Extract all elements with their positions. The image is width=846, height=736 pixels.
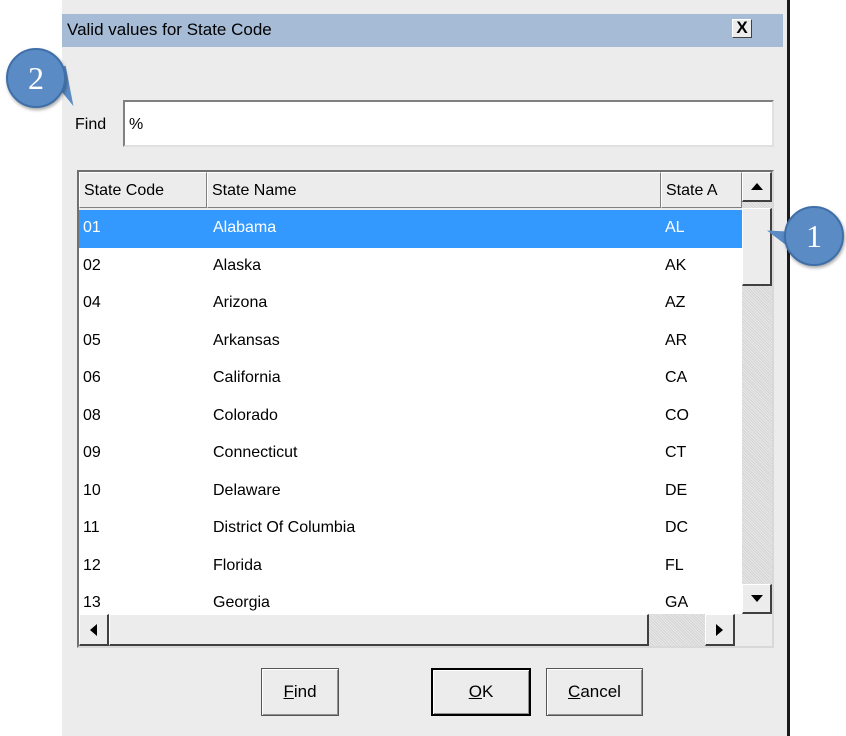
table-row[interactable]: 01 Alabama AL xyxy=(79,210,742,248)
cell-state-name: Arizona xyxy=(213,294,268,311)
column-header-state-abbreviation[interactable]: State A xyxy=(661,172,742,208)
cell-state-code: 05 xyxy=(83,331,101,349)
table-row[interactable]: 04 Arizona AZ xyxy=(79,285,742,323)
table-row[interactable]: 09 Connecticut CT xyxy=(79,435,742,473)
table-row[interactable]: 12 Florida FL xyxy=(79,548,742,586)
cell-state-abbreviation: AK xyxy=(665,256,687,274)
cell-state-code: 09 xyxy=(83,444,101,461)
dialog-border xyxy=(787,0,790,736)
cell-state-abbreviation: AZ xyxy=(665,294,686,311)
table-row[interactable]: 02 Alaska AK xyxy=(79,248,742,286)
cell-state-name: Georgia xyxy=(213,594,270,611)
arrow-up-icon xyxy=(750,183,763,190)
cell-state-name: Colorado xyxy=(213,406,278,424)
column-header-state-name[interactable]: State Name xyxy=(207,172,661,208)
arrow-down-icon xyxy=(750,595,763,602)
callout-one: 1 xyxy=(784,206,844,266)
cell-state-name: Florida xyxy=(213,556,262,574)
title-bar[interactable]: Valid values for State Code X xyxy=(62,14,783,47)
cell-state-code: 02 xyxy=(83,256,101,274)
cell-state-abbreviation: DC xyxy=(665,519,689,536)
horizontal-scrollbar[interactable] xyxy=(79,614,772,646)
scroll-right-button[interactable] xyxy=(705,614,735,646)
cell-state-abbreviation: DE xyxy=(665,481,688,499)
vertical-scroll-thumb[interactable] xyxy=(742,208,772,286)
cell-state-code: 10 xyxy=(83,481,101,499)
scroll-down-button[interactable] xyxy=(742,584,772,614)
dialog-title: Valid values for State Code xyxy=(67,20,272,39)
values-table: State Code State Name State A 01 Alabama A… xyxy=(77,170,774,648)
table-row[interactable]: 10 Delaware DE xyxy=(79,473,742,511)
cell-state-name: California xyxy=(213,369,281,386)
callout-two: 2 xyxy=(6,48,66,108)
cell-state-name: Alabama xyxy=(213,219,277,236)
table-header: State Code State Name State A xyxy=(79,172,742,210)
cell-state-abbreviation: GA xyxy=(665,594,689,611)
find-label: Find xyxy=(75,116,107,133)
ok-button[interactable]: OK xyxy=(431,668,531,716)
close-button[interactable]: X xyxy=(732,19,752,38)
cell-state-abbreviation: CO xyxy=(665,406,689,424)
cell-state-code: 08 xyxy=(83,406,101,424)
cell-state-abbreviation: AR xyxy=(665,331,688,349)
table-row[interactable]: 06 California CA xyxy=(79,360,742,398)
cell-state-name: Alaska xyxy=(213,256,262,274)
cell-state-code: 04 xyxy=(83,294,101,311)
cancel-button[interactable]: Cancel xyxy=(546,668,643,716)
table-row[interactable]: 05 Arkansas AR xyxy=(79,323,742,361)
table-body: 01 Alabama AL 02 Alaska AK 04 Arizona AZ 05 Arkans… xyxy=(79,210,742,623)
cell-state-abbreviation: CA xyxy=(665,369,688,386)
cell-state-code: 13 xyxy=(83,594,101,611)
cell-state-abbreviation: FL xyxy=(665,556,684,574)
table-row[interactable]: 11 District Of Columbia DC xyxy=(79,510,742,548)
table-row[interactable]: 08 Colorado CO xyxy=(79,398,742,436)
cell-state-code: 11 xyxy=(83,519,100,536)
horizontal-scroll-thumb[interactable] xyxy=(109,614,649,646)
arrow-left-icon xyxy=(90,623,97,636)
cell-state-name: District Of Columbia xyxy=(213,519,356,536)
cell-state-abbreviation: CT xyxy=(665,444,687,461)
cell-state-name: Connecticut xyxy=(213,444,298,461)
scroll-up-button[interactable] xyxy=(742,172,772,202)
cell-state-abbreviation: AL xyxy=(665,219,685,236)
arrow-right-icon xyxy=(716,623,723,636)
cell-state-name: Arkansas xyxy=(213,331,280,349)
column-header-state-code[interactable]: State Code xyxy=(79,172,207,208)
cell-state-code: 01 xyxy=(83,219,101,236)
scroll-left-button[interactable] xyxy=(79,614,109,646)
find-button[interactable]: Find xyxy=(261,668,339,716)
find-input[interactable]: % xyxy=(123,100,774,147)
cell-state-name: Delaware xyxy=(213,481,281,499)
cell-state-code: 06 xyxy=(83,369,101,386)
cell-state-code: 12 xyxy=(83,556,101,574)
